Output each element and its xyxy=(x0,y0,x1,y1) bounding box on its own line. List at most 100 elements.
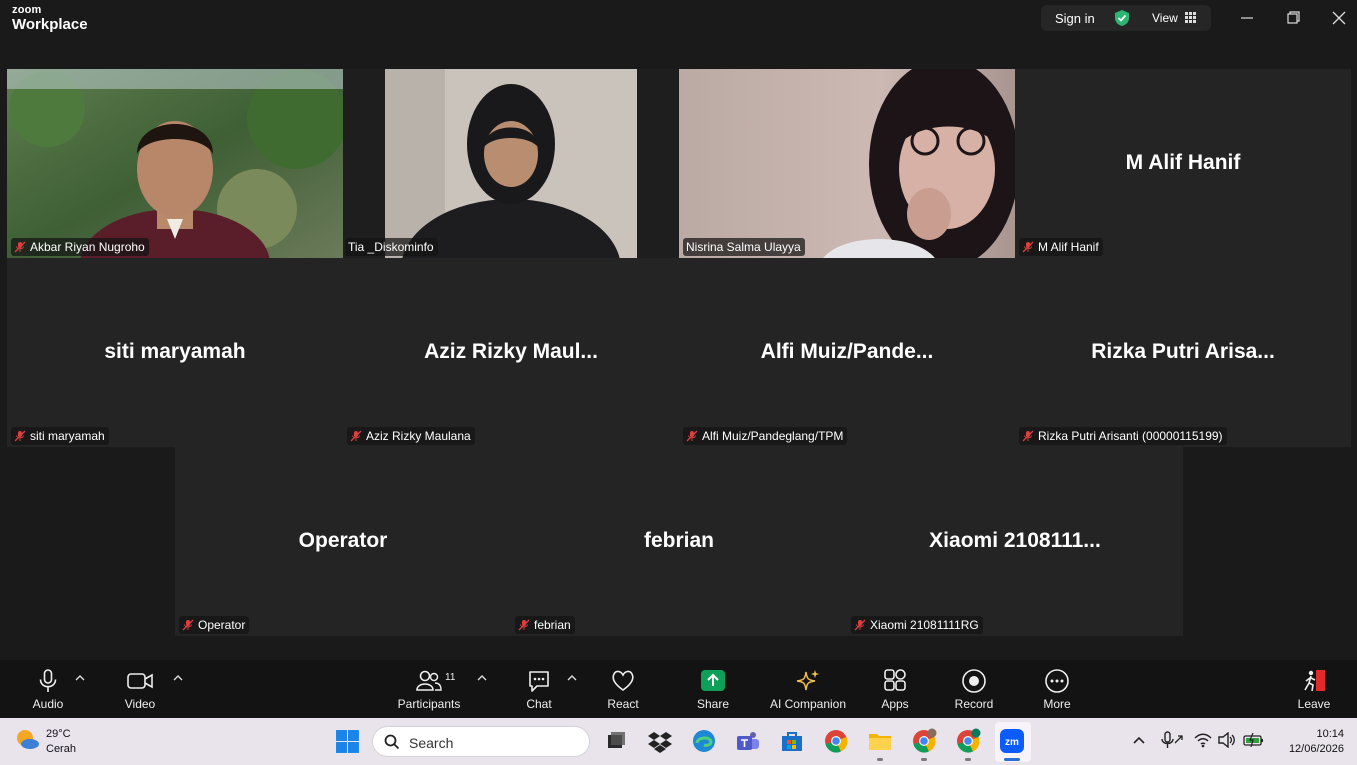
gallery-grid-icon[interactable] xyxy=(1185,12,1196,23)
tray-overflow-chevron-up-icon[interactable] xyxy=(1132,735,1146,745)
participant-tile[interactable]: Tia _Diskominfo xyxy=(343,69,679,258)
running-indicator-active xyxy=(1004,758,1020,761)
participants-options-chevron-up-icon[interactable] xyxy=(477,674,487,682)
participant-tile[interactable]: M Alif Hanif M Alif Hanif xyxy=(1015,69,1351,258)
security-shield-icon[interactable] xyxy=(1114,9,1130,27)
zoom-app-icon[interactable]: zm xyxy=(999,728,1025,754)
participant-tile-active-speaker[interactable]: Nisrina Salma Ulayya xyxy=(679,69,1015,258)
view-button[interactable]: View xyxy=(1152,11,1178,25)
more-button[interactable]: More xyxy=(1036,668,1078,711)
microsoft-store-icon[interactable] xyxy=(779,728,805,754)
audio-options-chevron-up-icon[interactable] xyxy=(75,674,85,682)
restore-icon[interactable] xyxy=(1282,8,1304,28)
audio-label: Audio xyxy=(32,697,64,711)
participants-icon xyxy=(416,670,442,691)
clock-time: 10:14 xyxy=(1316,728,1344,740)
leave-label: Leave xyxy=(1297,697,1331,711)
participant-display-name: M Alif Hanif xyxy=(1125,151,1241,174)
title-bar: zoom Workplace Sign in View xyxy=(0,0,1357,42)
muted-mic-icon xyxy=(1022,241,1034,253)
chrome-profile-icon[interactable] xyxy=(911,728,937,754)
chat-options-chevron-up-icon[interactable] xyxy=(567,674,577,682)
header-controls: Sign in View xyxy=(1041,5,1211,31)
participant-video-feed xyxy=(679,69,1015,258)
wifi-icon[interactable] xyxy=(1194,732,1212,748)
participant-name-label: febrian xyxy=(515,616,575,634)
temperature: 29°C xyxy=(46,728,71,740)
record-icon xyxy=(962,669,986,693)
leave-button[interactable]: Leave xyxy=(1294,668,1334,711)
brand-small: zoom xyxy=(12,4,42,16)
heart-icon xyxy=(612,670,634,691)
participant-name-label: Rizka Putri Arisanti (00000115199) xyxy=(1019,427,1227,445)
participant-name-label: Operator xyxy=(179,616,250,634)
muted-mic-icon xyxy=(1022,430,1034,442)
audio-button[interactable]: Audio xyxy=(22,668,74,711)
sparkle-icon xyxy=(796,670,819,691)
participant-tile[interactable]: Xiaomi 2108111... Xiaomi 21081111RG xyxy=(847,447,1183,636)
battery-charging-icon[interactable] xyxy=(1243,733,1265,747)
gallery-view: Akbar Riyan Nugroho Tia _Diskominfo Nisr… xyxy=(0,42,1357,660)
participant-video-feed xyxy=(7,69,343,258)
share-screen-icon xyxy=(701,670,725,691)
muted-mic-icon xyxy=(14,241,26,253)
participant-name-label: Akbar Riyan Nugroho xyxy=(11,238,149,256)
running-indicator xyxy=(877,758,883,761)
participants-label: Participants xyxy=(397,697,461,711)
participant-name-label: Aziz Rizky Maulana xyxy=(347,427,475,445)
svg-text:zm: zm xyxy=(1005,737,1019,748)
participant-tile[interactable]: siti maryamah siti maryamah xyxy=(7,258,343,447)
running-indicator xyxy=(921,758,927,761)
sign-in-button[interactable]: Sign in xyxy=(1055,11,1095,26)
volume-icon[interactable] xyxy=(1218,732,1236,748)
leave-door-icon xyxy=(1304,670,1325,692)
participant-tile[interactable]: Aziz Rizky Maul... Aziz Rizky Maulana xyxy=(343,258,679,447)
os-taskbar: 29°C Cerah Search zm 10:14 12/06/2026 xyxy=(0,718,1357,765)
weather-widget[interactable]: 29°C Cerah xyxy=(14,726,76,757)
teams-icon[interactable] xyxy=(735,728,761,754)
participant-tile[interactable]: febrian febrian xyxy=(511,447,847,636)
chrome-profile-icon[interactable] xyxy=(955,728,981,754)
muted-mic-icon xyxy=(854,619,866,631)
video-button[interactable]: Video xyxy=(114,668,166,711)
video-options-chevron-up-icon[interactable] xyxy=(173,674,183,682)
taskbar-search[interactable]: Search xyxy=(372,726,590,757)
chrome-icon[interactable] xyxy=(823,728,849,754)
record-button[interactable]: Record xyxy=(952,668,996,711)
ai-companion-button[interactable]: AI Companion xyxy=(766,668,850,711)
react-button[interactable]: React xyxy=(602,668,644,711)
running-indicator xyxy=(965,758,971,761)
participant-display-name: febrian xyxy=(643,529,714,552)
participant-name-label: Tia _Diskominfo xyxy=(345,238,438,256)
participant-display-name: Rizka Putri Arisa... xyxy=(1091,340,1275,363)
participant-tile[interactable]: Alfi Muiz/Pande... Alfi Muiz/Pandeglang/… xyxy=(679,258,1015,447)
windows-start-icon[interactable] xyxy=(335,729,360,754)
dropbox-icon[interactable] xyxy=(647,728,673,754)
close-icon[interactable] xyxy=(1328,8,1350,28)
chat-button[interactable]: Chat xyxy=(518,668,560,711)
system-clock[interactable]: 10:14 12/06/2026 xyxy=(1289,727,1344,757)
muted-mic-icon xyxy=(14,430,26,442)
participant-tile[interactable]: Akbar Riyan Nugroho xyxy=(7,69,343,258)
chat-label: Chat xyxy=(526,697,552,711)
record-label: Record xyxy=(954,697,994,711)
tray-microphone-icon[interactable] xyxy=(1160,731,1184,749)
edge-browser-icon[interactable] xyxy=(691,728,717,754)
more-label: More xyxy=(1043,697,1071,711)
meeting-toolbar: Audio Video Participants 11 Chat React S… xyxy=(0,660,1357,718)
file-explorer-icon[interactable] xyxy=(867,728,893,754)
muted-mic-icon xyxy=(350,430,362,442)
zoom-logo: zoom Workplace xyxy=(12,4,88,33)
react-label: React xyxy=(607,697,639,711)
minimize-icon[interactable] xyxy=(1236,8,1258,28)
participant-tile[interactable]: Operator Operator xyxy=(175,447,511,636)
clock-date: 12/06/2026 xyxy=(1288,743,1344,755)
participant-name-label: Nisrina Salma Ulayya xyxy=(683,238,805,256)
share-button[interactable]: Share xyxy=(691,668,735,711)
participant-tile[interactable]: Rizka Putri Arisa... Rizka Putri Arisant… xyxy=(1015,258,1351,447)
weather-sun-icon xyxy=(17,730,39,749)
participant-display-name: siti maryamah xyxy=(104,340,246,363)
task-view-icon[interactable] xyxy=(603,728,629,754)
muted-mic-icon xyxy=(686,430,698,442)
apps-button[interactable]: Apps xyxy=(874,668,916,711)
